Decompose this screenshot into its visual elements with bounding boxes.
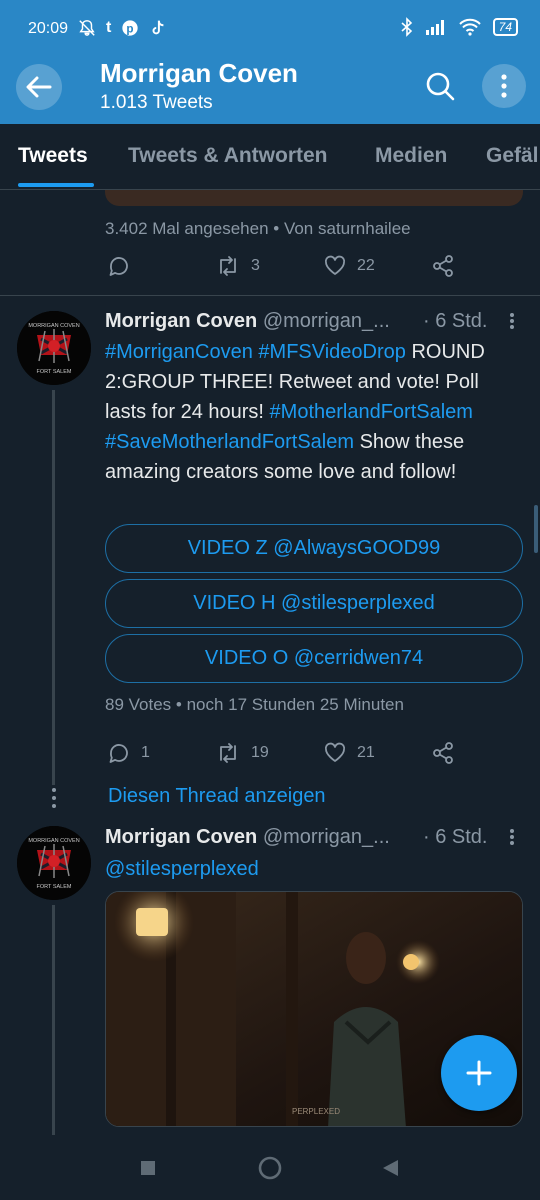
- tab-likes[interactable]: Gefäl: [486, 144, 539, 168]
- show-thread-link[interactable]: Diesen Thread anzeigen: [108, 785, 326, 808]
- tweet-menu-button[interactable]: [505, 311, 519, 331]
- reply-icon: [109, 257, 128, 276]
- tweet-menu-button[interactable]: [505, 827, 519, 847]
- previous-tweet-actions: 3 22: [105, 254, 453, 284]
- tab-tweets[interactable]: Tweets: [18, 144, 88, 168]
- poll-option[interactable]: VIDEO Z @AlwaysGOOD99: [105, 524, 523, 573]
- avatar-subtitle: FORT SALEM: [37, 369, 72, 375]
- pinterest-icon: p: [122, 20, 138, 36]
- avatar-title: MORRIGAN COVEN: [28, 323, 79, 329]
- more-options-button[interactable]: [482, 64, 526, 108]
- separator: •: [273, 219, 280, 238]
- mute-icon: [79, 20, 95, 36]
- profile-tabs: Tweets Tweets & Antworten Medien Gefäl: [0, 124, 540, 190]
- scrollbar[interactable]: [534, 505, 538, 553]
- retweet-icon: [220, 743, 236, 763]
- system-icons: 74: [401, 17, 518, 37]
- poll-option[interactable]: VIDEO O @cerridwen74: [105, 634, 523, 683]
- video-source[interactable]: Von saturnhailee: [284, 219, 411, 238]
- thread-connector-line: [52, 390, 55, 785]
- status-time: 20:09: [28, 20, 69, 37]
- system-back-button[interactable]: [376, 1154, 404, 1182]
- avatar-subtitle: FORT SALEM: [37, 884, 72, 890]
- share-button[interactable]: [431, 741, 455, 765]
- like-button[interactable]: 21: [323, 741, 375, 765]
- author-handle[interactable]: @morrigan_...: [263, 826, 390, 848]
- heart-icon: [324, 742, 346, 762]
- thread-dots-icon: [51, 788, 57, 808]
- arrow-left-icon: [26, 76, 52, 98]
- tumblr-icon: t: [106, 19, 112, 36]
- like-count: 21: [357, 744, 375, 761]
- heart-icon: [324, 255, 346, 275]
- triangle-back-icon: [383, 1160, 398, 1176]
- system-navigation-bar: [0, 1136, 540, 1200]
- like-count: 22: [357, 257, 375, 274]
- previous-tweet-media[interactable]: [105, 190, 523, 206]
- author-name[interactable]: Morrigan Coven: [105, 310, 257, 332]
- tweet-header: Morrigan Coven @morrigan_...: [105, 826, 390, 849]
- back-button[interactable]: [16, 64, 62, 110]
- reply-count: 1: [141, 744, 150, 761]
- reply-icon: [109, 744, 128, 763]
- circle-icon: [258, 1156, 282, 1180]
- tweet-header: Morrigan Coven @morrigan_...: [105, 310, 390, 333]
- tweet-timestamp: · 6 Std.: [423, 826, 488, 848]
- mention-link[interactable]: @stilesperplexed: [105, 858, 259, 880]
- home-button[interactable]: [256, 1154, 284, 1182]
- search-button[interactable]: [420, 66, 460, 106]
- tab-media[interactable]: Medien: [375, 144, 447, 168]
- author-handle[interactable]: @morrigan_...: [263, 310, 390, 332]
- retweet-count: 3: [251, 257, 260, 274]
- tab-tweets-and-replies[interactable]: Tweets & Antworten: [128, 144, 328, 168]
- profile-name-title: Morrigan Coven: [100, 58, 298, 88]
- wifi-icon: [458, 18, 481, 36]
- bluetooth-icon: [401, 17, 412, 37]
- retweet-button[interactable]: 3: [215, 254, 260, 278]
- tweet-text: #MorriganCoven #MFSVideoDrop ROUND 2:GRO…: [105, 337, 525, 487]
- like-button[interactable]: 22: [323, 254, 375, 278]
- tweet-divider: [0, 295, 540, 296]
- retweet-icon: [220, 256, 236, 276]
- svg-text:p: p: [127, 23, 134, 36]
- video-watermark: PERPLEXED: [292, 1107, 340, 1116]
- top-app-bar: 20:09 t p 74 Morrigan Coven 1.013 Tweets: [0, 0, 540, 124]
- tweet-count: 1.013 Tweets: [100, 92, 213, 113]
- hashtag-link[interactable]: #MorriganCoven: [105, 341, 253, 363]
- poll-status: 89 Votes • noch 17 Stunden 25 Minuten: [105, 695, 404, 714]
- author-name[interactable]: Morrigan Coven: [105, 826, 257, 848]
- tweet-timestamp: · 6 Std.: [423, 310, 488, 332]
- poll-option[interactable]: VIDEO H @stilesperplexed: [105, 579, 523, 628]
- hashtag-link[interactable]: #MFSVideoDrop: [258, 341, 405, 363]
- avatar[interactable]: MORRIGAN COVEN FORT SALEM: [17, 826, 91, 900]
- notification-icons: t p: [78, 19, 167, 37]
- battery-indicator: 74: [492, 18, 518, 36]
- square-icon: [141, 1161, 155, 1175]
- status-bar: 20:09 t p 74: [0, 0, 540, 60]
- view-count-text: 3.402 Mal angesehen: [105, 219, 269, 238]
- retweet-count: 19: [251, 744, 269, 761]
- avatar-title: MORRIGAN COVEN: [28, 838, 79, 844]
- tweet-text: @stilesperplexed: [105, 854, 525, 884]
- hashtag-link[interactable]: #SaveMotherlandFortSalem: [105, 431, 354, 453]
- retweet-button[interactable]: 19: [215, 741, 269, 765]
- avatar[interactable]: MORRIGAN COVEN FORT SALEM: [17, 311, 91, 385]
- active-tab-indicator: [18, 183, 94, 187]
- more-vertical-icon: [501, 74, 507, 98]
- hashtag-link[interactable]: #MotherlandFortSalem: [270, 401, 473, 423]
- reply-button[interactable]: 1: [107, 741, 150, 765]
- compose-tweet-button[interactable]: [441, 1035, 517, 1111]
- plus-icon: [466, 1060, 492, 1086]
- reply-button[interactable]: [107, 254, 131, 278]
- signal-icon: [425, 20, 444, 35]
- share-icon: [433, 255, 453, 277]
- share-icon: [433, 742, 453, 764]
- share-button[interactable]: [431, 254, 455, 278]
- recent-apps-button[interactable]: [134, 1154, 162, 1182]
- thread-connector-line: [52, 905, 55, 1135]
- tiktok-icon: [152, 20, 164, 35]
- search-icon: [426, 72, 455, 101]
- tweet-actions: 1 19 21: [105, 741, 453, 771]
- view-count: 3.402 Mal angesehen • Von saturnhailee: [105, 219, 411, 239]
